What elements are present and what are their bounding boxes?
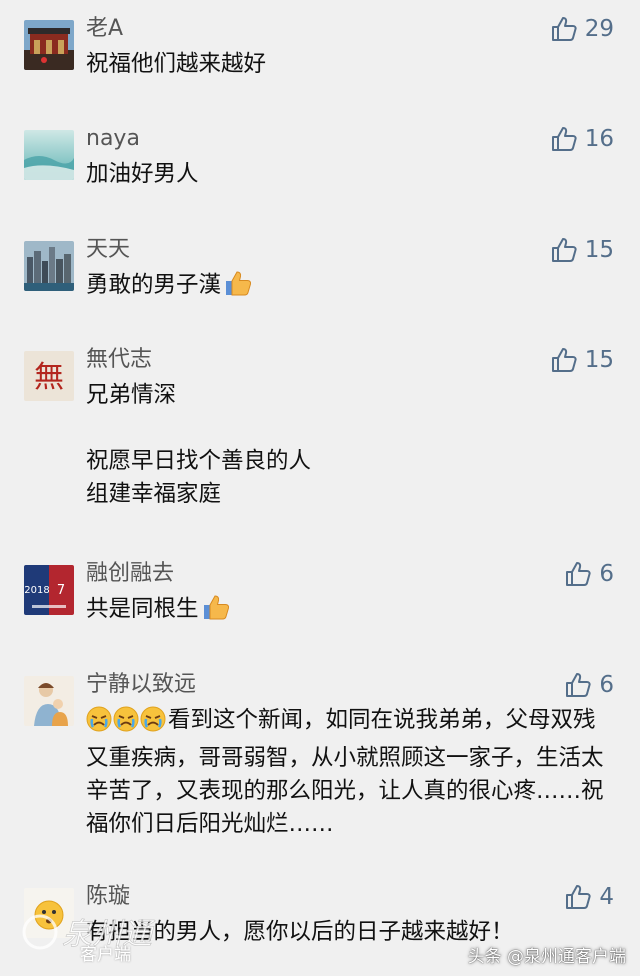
- like-count: 15: [584, 347, 614, 373]
- comment-text: 看到这个新闻，如同在说我弟弟，父母双残又重疾病，哥哥弱智，从小就照顾这一家子，生…: [86, 704, 614, 841]
- thumbs-up-icon: [565, 560, 593, 588]
- avatar-year-right: 7: [57, 583, 65, 598]
- comment-text: 祝福他们越来越好: [86, 51, 267, 77]
- crying-face-emoji-icon: [86, 706, 112, 742]
- crying-face-emoji-icon: [113, 706, 139, 742]
- avatar-glyph: 無: [34, 360, 64, 395]
- comment-text: 加油好男人: [86, 161, 199, 187]
- thumbs-up-icon: [565, 883, 593, 911]
- comments-page: 老A 29 祝福他们越来越好 naya 16 加油好男人 天天 15 勇敢的男子…: [0, 0, 640, 976]
- like-count: 15: [584, 237, 614, 263]
- thumbs-up-icon: [551, 346, 579, 374]
- comment-text-content: 共是同根生: [86, 596, 199, 622]
- like-count: 16: [584, 126, 614, 152]
- avatar[interactable]: 無: [24, 351, 74, 401]
- comment-author[interactable]: 宁静以致远: [86, 670, 196, 700]
- comment-text: 共是同根生: [86, 593, 614, 631]
- thumbs-up-emoji-icon: [223, 269, 253, 307]
- avatar[interactable]: [24, 20, 74, 70]
- comment-author[interactable]: 無代志: [86, 345, 152, 375]
- like-count: 6: [599, 672, 614, 698]
- thumbs-up-emoji-icon: [201, 593, 231, 631]
- like-count: 6: [599, 561, 614, 587]
- source-label: 头条 @泉州通客户端: [467, 947, 626, 967]
- thumbs-up-icon: [565, 671, 593, 699]
- comment-text-content: 勇敢的男子漢: [86, 272, 222, 298]
- like-button[interactable]: 4: [565, 882, 614, 912]
- comment-author[interactable]: 融创融去: [86, 559, 174, 589]
- like-button[interactable]: 15: [551, 235, 614, 265]
- thumbs-up-icon: [551, 15, 579, 43]
- like-button[interactable]: 6: [565, 670, 614, 700]
- like-button[interactable]: 29: [551, 14, 614, 44]
- avatar[interactable]: [24, 241, 74, 291]
- comment-text: 兄弟情深 祝愿早日找个善良的人 组建幸福家庭: [86, 382, 312, 507]
- like-button[interactable]: 6: [565, 559, 614, 589]
- like-count: 29: [584, 16, 614, 42]
- crying-face-emoji-icon: [140, 706, 166, 742]
- comment-author[interactable]: 老A: [86, 14, 123, 44]
- avatar[interactable]: 2018 7: [24, 565, 74, 615]
- like-button[interactable]: 16: [551, 124, 614, 154]
- comment-author[interactable]: 天天: [86, 235, 130, 265]
- like-count: 4: [599, 884, 614, 910]
- thumbs-up-icon: [551, 125, 579, 153]
- comment-author[interactable]: naya: [86, 124, 140, 154]
- comment-text: 勇敢的男子漢: [86, 269, 614, 307]
- avatar[interactable]: [24, 676, 74, 726]
- like-button[interactable]: 15: [551, 345, 614, 375]
- avatar[interactable]: [24, 130, 74, 180]
- avatar-year-left: 2018: [24, 585, 49, 596]
- thumbs-up-icon: [551, 236, 579, 264]
- watermark-subtext: 客户端: [80, 945, 131, 965]
